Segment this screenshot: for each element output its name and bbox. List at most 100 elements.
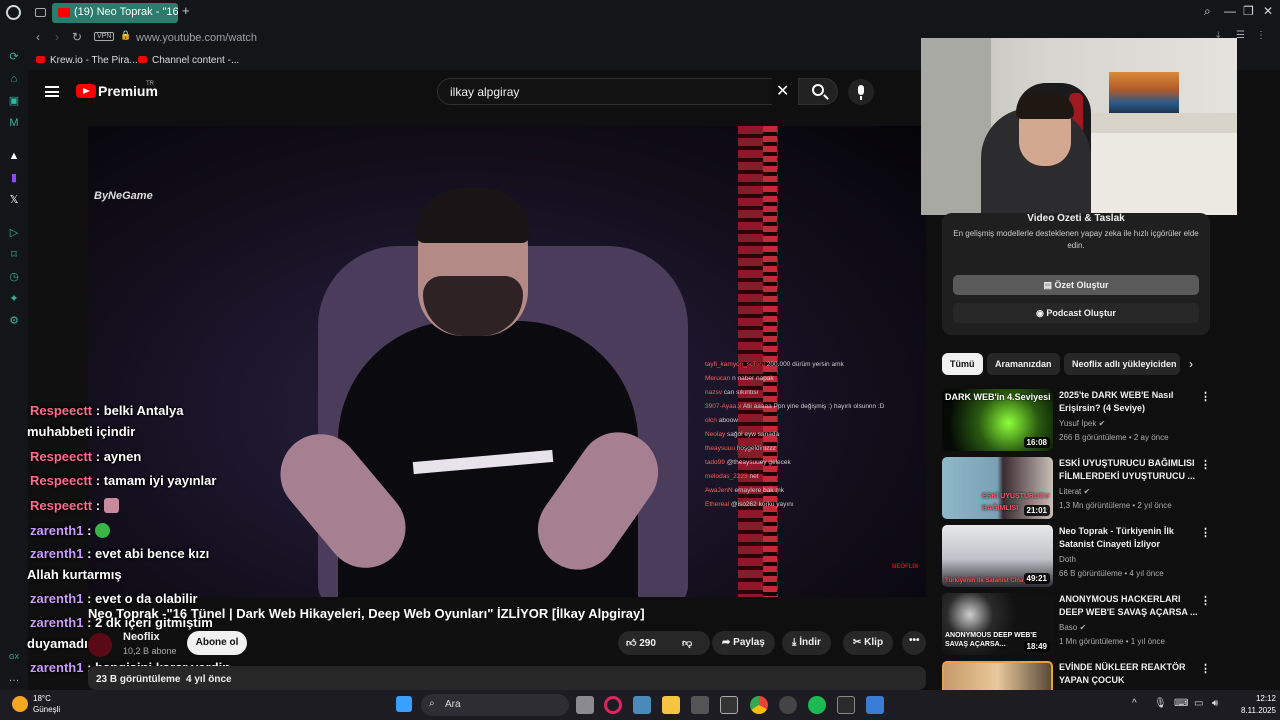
back-icon[interactable]: ‹ [36, 30, 40, 44]
tab-islands-icon[interactable] [35, 8, 46, 17]
search-button[interactable] [798, 78, 838, 105]
tray-chevron-icon[interactable]: ^ [1132, 698, 1137, 709]
like-button[interactable]: 👍︎ 290 [626, 638, 656, 649]
recommendation-item[interactable]: ESKİ UYUŞTURUCU BAĞIMLISI 21:01 ESKİ UYU… [942, 457, 1214, 519]
volume-icon[interactable]: 🔊︎ [1212, 698, 1218, 709]
weather-widget[interactable]: 18°C Güneşli [33, 693, 60, 715]
voice-search-icon[interactable] [848, 79, 874, 105]
video-thumbnail[interactable] [942, 661, 1053, 690]
opera-logo-icon[interactable] [6, 5, 21, 20]
menu-dots-icon[interactable]: ⋮ [1256, 30, 1266, 41]
summary-button[interactable]: ▤ Özet Oluştur [953, 275, 1199, 295]
music-icon[interactable]: ▲ [8, 150, 20, 162]
discord-icon[interactable] [779, 696, 797, 714]
taskbar-search[interactable]: ⌕ Ara [421, 694, 569, 716]
terminal-icon[interactable] [837, 696, 855, 714]
close-window-icon[interactable]: ✕ [1263, 4, 1273, 18]
forward-icon[interactable]: › [55, 30, 59, 44]
channel-name[interactable]: Neoflix [123, 631, 160, 643]
x-icon[interactable]: 𝕏 [8, 194, 20, 206]
recommendation-item[interactable]: Türkiyenin İlk Satanist Cinayeti 49:21 N… [942, 525, 1214, 587]
twitch-icon[interactable]: ▮ [8, 172, 20, 184]
player-icon[interactable]: ▷ [8, 227, 20, 239]
video-thumbnail[interactable]: ANONYMOUS DEEP WEB'E SAVAŞ AÇARSA... 18:… [942, 593, 1053, 655]
recommendation-channel[interactable]: Baso ✔ [1059, 623, 1086, 632]
recommendation-channel[interactable]: Doth [1059, 555, 1076, 564]
crypto-wallet-icon[interactable]: ⌂ [8, 73, 20, 85]
spotify-icon[interactable] [808, 696, 826, 714]
more-vert-icon[interactable]: ⋮ [1200, 458, 1211, 471]
chip-from-search[interactable]: Aramanızdan [987, 353, 1060, 375]
more-dots-icon[interactable]: … [8, 672, 20, 684]
recommendation-item[interactable]: ANONYMOUS DEEP WEB'E SAVAŞ AÇARSA... 18:… [942, 593, 1214, 655]
recommendation-item[interactable]: DARK WEB'in 4.Seviyesi 16:08 2025'te DAR… [942, 389, 1214, 451]
settings-gear-icon[interactable]: ⚙ [8, 315, 20, 327]
restore-icon[interactable]: ❐ [1243, 4, 1254, 18]
more-vert-icon[interactable]: ⋮ [1200, 526, 1211, 539]
podcast-button[interactable]: ◉ Podcast Oluştur [953, 303, 1199, 323]
recommendation-title[interactable]: ESKİ UYUŞTURUCU BAĞIMLISI FİLMLERDEKİ UY… [1059, 457, 1199, 483]
chrome-icon[interactable] [750, 696, 768, 714]
recommendation-title[interactable]: EVİNDE NÜKLEER REAKTÖR YAPAN ÇOCUK [1059, 661, 1199, 687]
new-tab-button[interactable]: + [182, 3, 190, 18]
desktop-icon[interactable] [633, 696, 651, 714]
subscribe-button[interactable]: Abone ol [187, 631, 247, 655]
clear-search-icon[interactable]: ✕ [776, 81, 789, 101]
bookmark-item[interactable]: Krew.io - The Pira... [36, 55, 138, 66]
more-vert-icon[interactable]: ⋮ [1200, 594, 1211, 607]
more-actions-button[interactable]: ••• [902, 631, 926, 655]
task-view-icon[interactable] [576, 696, 594, 714]
video-player[interactable]: ByNeGame tayfi_kamyon_soforu 200.000 dür… [88, 126, 926, 597]
video-thumbnail[interactable]: ESKİ UYUŞTURUCU BAĞIMLISI 21:01 [942, 457, 1053, 519]
windows-start-icon[interactable] [396, 696, 412, 712]
search-input[interactable]: ilkay alpgiray [437, 78, 772, 105]
gx-icon[interactable]: GX [8, 652, 20, 664]
tab-active[interactable]: (19) Neo Toprak - "16 Tünel [52, 3, 178, 23]
recommendation-title[interactable]: Neo Toprak - Türkiyenin İlk Satanist Cin… [1059, 525, 1199, 551]
menu-icon[interactable] [45, 86, 59, 97]
channel-avatar[interactable] [88, 633, 112, 657]
easy-setup-icon[interactable]: ☰ [1236, 30, 1245, 41]
chip-all[interactable]: Tümü [942, 353, 983, 375]
recommendation-channel[interactable]: Literat ✔ [1059, 487, 1090, 496]
search-tabs-icon[interactable]: ⌕ [1204, 4, 1211, 19]
more-vert-icon[interactable]: ⋮ [1200, 390, 1211, 403]
aria-icon[interactable]: ⟳ [8, 51, 20, 63]
vpn-badge[interactable]: VPN [94, 32, 115, 41]
reload-icon[interactable]: ↻ [72, 30, 82, 44]
dislike-button[interactable]: 👎︎ [682, 637, 692, 649]
minimize-icon[interactable]: — [1224, 4, 1236, 18]
description-box[interactable]: 23 B görüntüleme 4 yıl önce [88, 666, 926, 690]
weather-icon[interactable] [12, 696, 28, 712]
microphone-icon[interactable]: 🎙︎ [1154, 698, 1167, 709]
chip-from-uploader[interactable]: Neoflix adlı yükleyiciden [1064, 353, 1180, 375]
download-button[interactable]: ⤓ İndir [782, 631, 831, 655]
clip-button[interactable]: ✂ Klip [843, 631, 894, 655]
history-icon[interactable]: ◷ [8, 271, 20, 283]
mail-icon[interactable] [720, 696, 738, 714]
network-icon[interactable]: ▭ [1194, 698, 1203, 709]
recommendation-title[interactable]: ANONYMOUS HACKERLARI DEEP WEB'E SAVAŞ AÇ… [1059, 593, 1199, 619]
youtube-logo-icon[interactable] [76, 84, 96, 98]
url-field[interactable]: www.youtube.com/watch [136, 32, 257, 44]
notepad-icon[interactable] [866, 696, 884, 714]
messenger-icon[interactable]: M [8, 117, 20, 129]
recommendation-title[interactable]: 2025'te DARK WEB'E Nasıl Erişirsin? (4 S… [1059, 389, 1199, 415]
share-button[interactable]: ➦ Paylaş [712, 631, 775, 655]
app-icon[interactable] [691, 696, 709, 714]
bookmark-item[interactable]: Channel content -... [138, 55, 239, 66]
opera-gx-icon[interactable] [604, 696, 622, 714]
extensions-icon[interactable]: ✦ [8, 293, 20, 305]
file-explorer-icon[interactable] [662, 696, 680, 714]
lock-icon[interactable]: 🔒 [120, 30, 131, 41]
recommendation-channel[interactable]: Yusuf İpek ✔ [1059, 419, 1105, 428]
pinboard-icon[interactable]: ▣ [8, 95, 20, 107]
video-thumbnail[interactable]: DARK WEB'in 4.Seviyesi 16:08 [942, 389, 1053, 451]
more-vert-icon[interactable]: ⋮ [1200, 662, 1211, 675]
chevron-right-icon[interactable]: › [1189, 357, 1193, 371]
video-thumbnail[interactable]: Türkiyenin İlk Satanist Cinayeti 49:21 [942, 525, 1053, 587]
keyboard-icon[interactable]: ⌨ [1174, 698, 1188, 709]
recommendation-item[interactable]: EVİNDE NÜKLEER REAKTÖR YAPAN ÇOCUK ⋮ [942, 661, 1214, 690]
taskbar-clock[interactable]: 12:12 8.11.2025 [1230, 693, 1276, 717]
bookmark-icon[interactable]: ⌑ [8, 249, 20, 261]
